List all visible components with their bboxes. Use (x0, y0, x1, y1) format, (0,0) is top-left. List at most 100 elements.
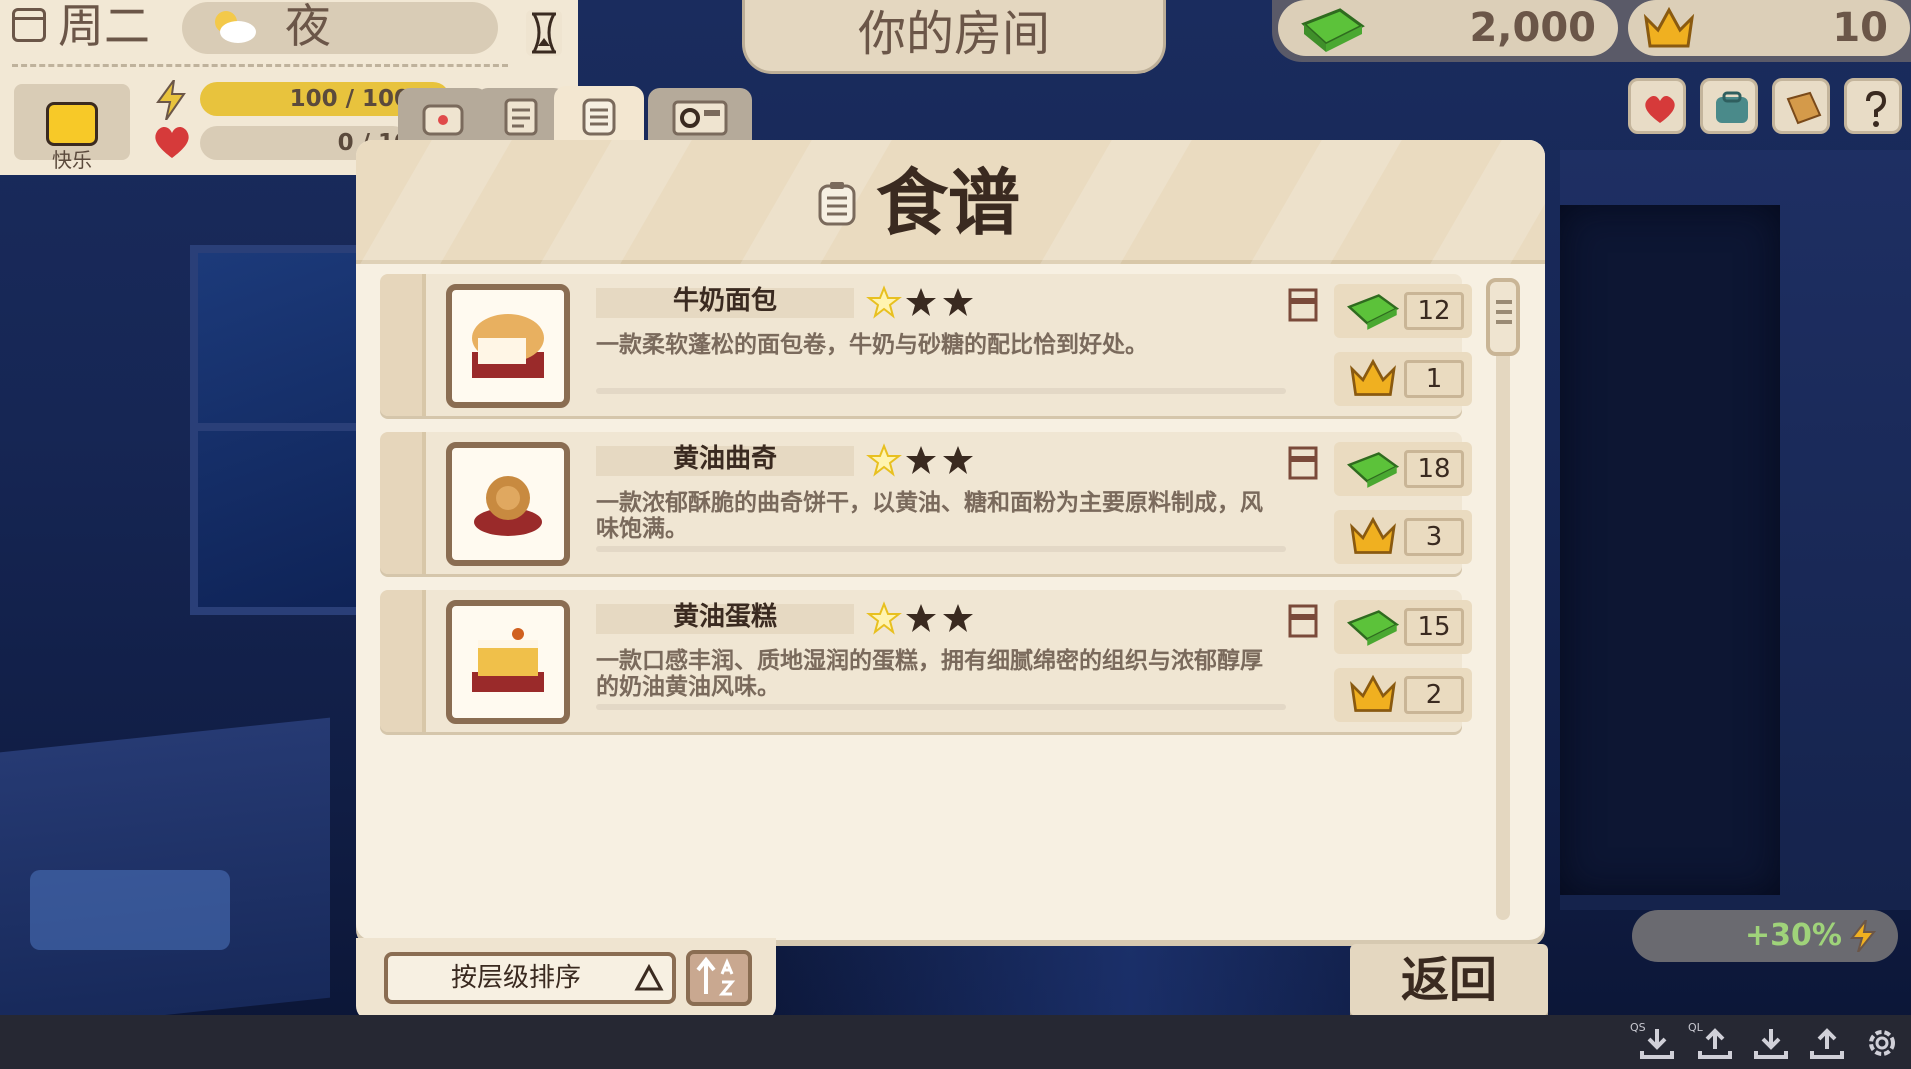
crown-reward-value: 3 (1404, 518, 1464, 556)
hourglass-icon[interactable] (524, 8, 564, 58)
cash-icon (1346, 452, 1400, 488)
recipe-icon (582, 98, 616, 136)
shop-icon (422, 104, 464, 136)
panel-title: 食谱 (876, 161, 1021, 245)
sort-az-icon (696, 956, 736, 996)
recipe-name: 黄油曲奇 (672, 444, 777, 474)
cash-pill: 2,000 (1278, 0, 1618, 56)
settings-button[interactable] (1862, 1025, 1904, 1061)
cash-reward-value: 15 (1404, 608, 1464, 646)
crown-icon (1350, 674, 1396, 712)
bag-button[interactable] (1700, 78, 1758, 134)
quick-load-label: QL (1688, 1021, 1703, 1034)
energy-bonus-badge: +30% (1632, 910, 1898, 962)
recipe-book-icon[interactable] (1288, 288, 1318, 322)
cash-reward: 15 (1334, 600, 1472, 654)
cash-icon (1346, 610, 1400, 646)
sort-order-button[interactable] (686, 950, 752, 1006)
panel-header: 食谱 (356, 140, 1545, 264)
crown-reward-value: 2 (1404, 676, 1464, 714)
cash-reward-value: 12 (1404, 292, 1464, 330)
recipe-panel: 食谱 牛奶面包 一款柔软蓬松的面包卷，牛奶与砂糖的配比恰到好处。 12 1 黄油… (356, 140, 1545, 940)
time-status-bar: 周二 夜 (0, 0, 578, 70)
recipe-row[interactable]: 黄油曲奇 一款浓郁酥脆的曲奇饼干，以黄油、糖和面粉为主要原料制成，风味饱满。 1… (380, 432, 1472, 574)
save-button[interactable] (1750, 1025, 1792, 1061)
heart-icon (155, 126, 189, 158)
recipe-description: 一款柔软蓬松的面包卷，牛奶与砂糖的配比恰到好处。 (596, 332, 1148, 358)
location-label: 你的房间 (857, 6, 1050, 62)
mood-label: 快乐 (52, 148, 92, 172)
scrollbar-thumb[interactable] (1486, 278, 1520, 356)
system-bar: QS QL (0, 1015, 1911, 1069)
gear-icon (1869, 1030, 1895, 1056)
notes-icon (504, 98, 538, 136)
butter-cake-image (446, 600, 570, 724)
help-button[interactable] (1844, 78, 1902, 134)
crown-icon (1643, 6, 1695, 48)
recipe-row[interactable]: 黄油蛋糕 一款口感丰润、质地湿润的蛋糕，拥有细腻绵密的组织与浓郁醇厚的奶油黄油风… (380, 590, 1472, 732)
star-rating (866, 285, 973, 319)
download-icon (1754, 1029, 1788, 1059)
back-label: 返回 (1400, 952, 1497, 1008)
cash-icon (1301, 8, 1365, 52)
star-rating (866, 443, 973, 477)
cash-value: 2,000 (1469, 5, 1596, 51)
bed (30, 870, 230, 950)
scrollbar-track[interactable] (1496, 280, 1510, 920)
upload-icon (1810, 1028, 1844, 1059)
currency-bar: 2,000 10 (1272, 0, 1911, 62)
night-cloud-icon (215, 11, 256, 43)
recipe-progress (596, 388, 1286, 394)
energy-bolt-icon (156, 80, 186, 120)
cash-reward: 12 (1334, 284, 1472, 338)
cash-icon (1346, 294, 1400, 330)
cash-reward: 18 (1334, 442, 1472, 496)
recipe-description: 一款口感丰润、质地湿润的蛋糕，拥有细腻绵密的组织与浓郁醇厚的奶油黄油风味。 (596, 648, 1263, 700)
recipe-row[interactable]: 牛奶面包 一款柔软蓬松的面包卷，牛奶与砂糖的配比恰到好处。 12 1 (380, 274, 1472, 416)
tab-recipes[interactable] (554, 86, 644, 146)
crown-reward: 3 (1334, 510, 1472, 564)
bolt-icon (1850, 920, 1876, 952)
load-button[interactable] (1806, 1025, 1848, 1061)
recipe-name: 牛奶面包 (672, 286, 777, 316)
recipe-book-icon[interactable] (1288, 446, 1318, 480)
tab-photos[interactable] (648, 88, 752, 144)
recipe-progress (596, 546, 1286, 552)
crown-reward: 2 (1334, 668, 1472, 722)
divider (12, 64, 508, 67)
camera-icon (672, 100, 728, 136)
day-label: 周二 (58, 0, 150, 53)
quick-load-button[interactable]: QL (1688, 1021, 1736, 1061)
energy-value: 100 / 100 (289, 86, 410, 112)
recipe-book-icon[interactable] (1288, 604, 1318, 638)
mood-box[interactable]: 快乐 (14, 84, 130, 172)
quick-save-label: QS (1630, 1021, 1646, 1034)
milk-bread-image (446, 284, 570, 408)
recipe-progress (596, 704, 1286, 710)
crown-reward: 1 (1334, 352, 1472, 406)
gift-button[interactable] (1628, 78, 1686, 134)
recipe-name: 黄油蛋糕 (672, 602, 777, 632)
recipe-header-icon (818, 182, 856, 226)
calendar-icon (12, 8, 46, 42)
journal-icon (1786, 91, 1822, 125)
tab-shop[interactable] (398, 88, 488, 144)
tab-notes[interactable] (476, 88, 566, 144)
gift-icon (1645, 95, 1675, 123)
sort-dropdown[interactable]: 按层级排序 (384, 952, 676, 1004)
location-title: 你的房间 (742, 0, 1166, 74)
recipe-description: 一款浓郁酥脆的曲奇饼干，以黄油、糖和面粉为主要原料制成，风味饱满。 (596, 490, 1263, 542)
crown-value: 10 (1832, 5, 1888, 51)
crown-pill: 10 (1628, 0, 1910, 56)
bag-icon (1716, 91, 1748, 123)
back-button[interactable]: 返回 (1350, 944, 1548, 1016)
quick-save-button[interactable]: QS (1630, 1021, 1678, 1061)
sort-label: 按层级排序 (450, 963, 581, 993)
bonus-value: +30% (1745, 918, 1842, 953)
crown-icon (1350, 516, 1396, 554)
cash-reward-value: 18 (1404, 450, 1464, 488)
book-button[interactable] (1772, 78, 1830, 134)
sort-bar: 按层级排序 (356, 938, 776, 1020)
star-rating (866, 601, 973, 635)
time-of-day-label: 夜 (285, 0, 331, 53)
